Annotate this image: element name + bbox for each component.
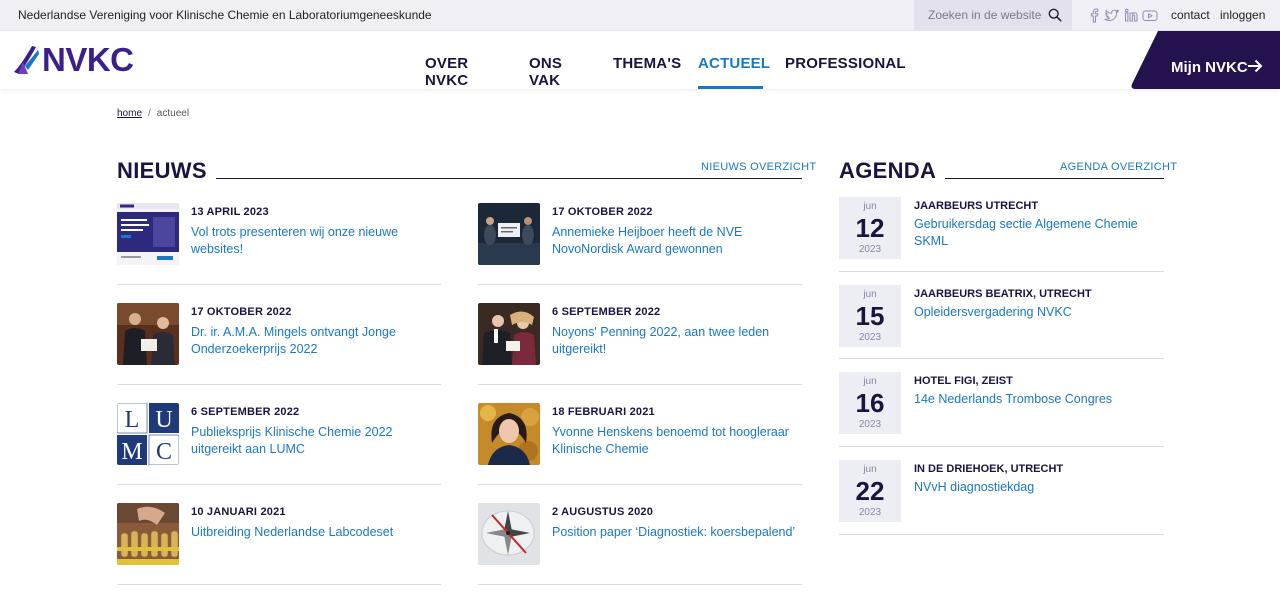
date-day: 12 <box>855 213 885 243</box>
date-day: 15 <box>855 301 885 331</box>
date-month: jun <box>863 464 877 475</box>
news-date: 2 AUGUSTUS 2020 <box>552 506 654 518</box>
event-location: IN DE DRIEHOEK, UTRECHT <box>914 463 1064 475</box>
agenda-item[interactable]: jun 16 2023 HOTEL FIGI, ZEIST 14e Nederl… <box>839 372 1164 447</box>
agenda-item[interactable]: jun 12 2023 JAARBEURS UTRECHT Gebruikers… <box>839 197 1164 272</box>
event-location: JAARBEURS UTRECHT <box>914 200 1039 212</box>
news-thumbnail-lumc-logo[interactable]: L U M C <box>117 403 179 465</box>
news-thumbnail-award[interactable] <box>478 203 540 265</box>
agenda-heading: AGENDA <box>839 158 937 183</box>
news-thumbnail-prize[interactable] <box>117 303 179 365</box>
date-badge: jun 15 2023 <box>839 285 901 347</box>
breadcrumb: home / actueel <box>117 108 189 119</box>
breadcrumb-current: actueel <box>156 108 190 119</box>
news-thumbnail-portrait[interactable] <box>478 403 540 465</box>
youtube-icon[interactable] <box>1142 8 1158 23</box>
lumc-letter: C <box>156 439 172 465</box>
search-input[interactable] <box>928 8 1046 22</box>
news-date: 10 JANUARI 2021 <box>191 506 286 518</box>
date-badge: jun 16 2023 <box>839 372 901 434</box>
date-month: jun <box>863 201 877 212</box>
main-header: NVKC OVER NVKC ONS VAK THEMA'S ACTUEEL P… <box>0 31 1280 89</box>
event-title-link[interactable]: NVvH diagnostiekdag <box>914 479 1164 496</box>
facebook-icon[interactable] <box>1087 8 1101 23</box>
news-date: 17 OKTOBER 2022 <box>552 206 653 218</box>
contact-link[interactable]: contact <box>1171 8 1210 22</box>
news-title-link[interactable]: Dr. ir. A.M.A. Mingels ontvangt Jonge On… <box>191 324 441 358</box>
news-title-link[interactable]: Publieksprijs Klinische Chemie 2022 uitg… <box>191 424 441 458</box>
date-month: jun <box>863 376 877 387</box>
news-title-link[interactable]: Vol trots presenteren wij onze nieuwe we… <box>191 224 441 258</box>
mijn-nvkc-button[interactable]: Mijn NVKC <box>1130 31 1280 89</box>
nav-ons-vak[interactable]: ONS VAK <box>529 55 562 89</box>
date-badge: jun 22 2023 <box>839 460 901 522</box>
agenda-overview-link[interactable]: AGENDA OVERZICHT <box>1060 161 1177 173</box>
date-year: 2023 <box>858 244 882 255</box>
twitter-icon[interactable] <box>1104 8 1119 23</box>
news-item[interactable]: 13 APRIL 2023 Vol trots presenteren wij … <box>117 203 441 285</box>
search-box[interactable] <box>914 0 1072 31</box>
event-location: HOTEL FIGI, ZEIST <box>914 375 1013 387</box>
news-item[interactable]: 17 OKTOBER 2022 Dr. ir. A.M.A. Mingels o… <box>117 303 441 385</box>
news-thumbnail-labtubes[interactable] <box>117 503 179 565</box>
news-thumbnail-penning[interactable] <box>478 303 540 365</box>
news-thumbnail-website[interactable] <box>117 203 179 265</box>
date-day: 22 <box>855 476 885 506</box>
event-title-link[interactable]: 14e Nederlands Trombose Congres <box>914 391 1164 408</box>
news-item[interactable]: 10 JANUARI 2021 Uitbreiding Nederlandse … <box>117 503 441 585</box>
news-title-link[interactable]: Position paper ‘Diagnostiek: koersbepale… <box>552 524 802 541</box>
agenda-item[interactable]: jun 22 2023 IN DE DRIEHOEK, UTRECHT NVvH… <box>839 460 1164 535</box>
organization-name: Nederlandse Vereniging voor Klinische Ch… <box>18 8 432 22</box>
active-nav-indicator <box>698 86 763 89</box>
news-date: 17 OKTOBER 2022 <box>191 306 292 318</box>
news-title-link[interactable]: Uitbreiding Nederlandse Labcodeset <box>191 524 441 541</box>
news-date: 18 FEBRUARI 2021 <box>552 406 655 418</box>
date-year: 2023 <box>858 419 882 430</box>
date-day: 16 <box>855 388 885 418</box>
nvkc-logo[interactable]: NVKC <box>12 41 134 78</box>
breadcrumb-separator: / <box>148 108 151 119</box>
agenda-item[interactable]: jun 15 2023 JAARBEURS BEATRIX, UTRECHT O… <box>839 285 1164 359</box>
logo-mark-icon <box>14 46 39 74</box>
nav-professional[interactable]: PROFESSIONAL <box>785 55 906 72</box>
arrow-right-icon <box>1248 59 1263 73</box>
lumc-letter: M <box>121 439 142 465</box>
news-date: 13 APRIL 2023 <box>191 206 269 218</box>
mijn-nvkc-label: Mijn NVKC <box>1171 59 1248 76</box>
date-month: jun <box>863 289 877 300</box>
login-link[interactable]: inloggen <box>1220 8 1265 22</box>
logo-text: NVKC <box>42 41 134 78</box>
lumc-letter: U <box>155 407 172 433</box>
nav-actueel[interactable]: ACTUEEL <box>698 55 770 72</box>
event-title-link[interactable]: Gebruikersdag sectie Algemene Chemie SKM… <box>914 216 1164 250</box>
date-badge: jun 12 2023 <box>839 197 901 259</box>
news-thumbnail-compass[interactable] <box>478 503 540 565</box>
news-title-link[interactable]: Annemieke Heijboer heeft de NVE NovoNord… <box>552 224 802 258</box>
news-item[interactable]: 2 AUGUSTUS 2020 Position paper ‘Diagnost… <box>478 503 802 585</box>
top-bar: Nederlandse Vereniging voor Klinische Ch… <box>0 0 1280 31</box>
lumc-letter: L <box>125 407 140 433</box>
news-title-link[interactable]: Noyons' Penning 2022, aan twee leden uit… <box>552 324 802 358</box>
news-heading-rule <box>216 178 802 179</box>
nav-themas[interactable]: THEMA'S <box>613 55 681 72</box>
news-date: 6 SEPTEMBER 2022 <box>552 306 661 318</box>
search-icon[interactable] <box>1048 8 1062 22</box>
news-item[interactable]: L U M C 6 SEPTEMBER 2022 Publieksprijs K… <box>117 403 441 485</box>
event-location: JAARBEURS BEATRIX, UTRECHT <box>914 288 1092 300</box>
news-item[interactable]: 17 OKTOBER 2022 Annemieke Heijboer heeft… <box>478 203 802 285</box>
date-year: 2023 <box>858 507 882 518</box>
nav-over-nvkc[interactable]: OVER NVKC <box>425 55 468 89</box>
news-date: 6 SEPTEMBER 2022 <box>191 406 300 418</box>
news-item[interactable]: 6 SEPTEMBER 2022 Noyons' Penning 2022, a… <box>478 303 802 385</box>
news-overview-link[interactable]: NIEUWS OVERZICHT <box>701 161 816 173</box>
news-title-link[interactable]: Yvonne Henskens benoemd tot hoogleraar K… <box>552 424 802 458</box>
breadcrumb-home[interactable]: home <box>117 108 142 119</box>
news-heading: NIEUWS <box>117 158 207 183</box>
event-title-link[interactable]: Opleidersvergadering NVKC <box>914 304 1164 321</box>
agenda-heading-rule <box>945 178 1164 179</box>
linkedin-icon[interactable] <box>1124 8 1138 23</box>
news-item[interactable]: 18 FEBRUARI 2021 Yvonne Henskens benoemd… <box>478 403 802 485</box>
date-year: 2023 <box>858 332 882 343</box>
